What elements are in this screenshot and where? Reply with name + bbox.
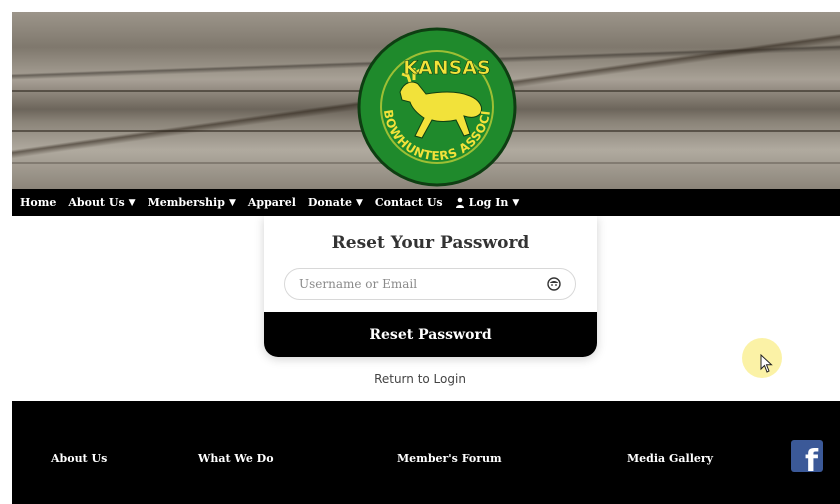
user-icon xyxy=(455,197,464,208)
username-email-field-wrapper[interactable] xyxy=(284,268,576,300)
facebook-icon[interactable]: f xyxy=(791,440,823,472)
chevron-down-icon: ▼ xyxy=(355,197,363,208)
nav-donate-label: Donate xyxy=(307,196,352,209)
reset-password-card: Reset Your Password Reset Password xyxy=(264,216,597,357)
chevron-down-icon: ▼ xyxy=(512,197,520,208)
nav-contact-us[interactable]: Contact Us xyxy=(375,196,443,209)
nav-home[interactable]: Home xyxy=(20,196,56,209)
footer-members-forum[interactable]: Member's Forum xyxy=(397,452,502,465)
header-banner: KANSAS BOWHUNTERS ASSOCIATION xyxy=(12,12,840,189)
autofill-face-icon[interactable] xyxy=(547,277,561,291)
facebook-glyph: f xyxy=(804,444,818,473)
site-footer: About Us What We Do Member's Forum Media… xyxy=(12,401,840,504)
nav-contact-us-label: Contact Us xyxy=(374,196,443,209)
footer-media-gallery[interactable]: Media Gallery xyxy=(627,452,713,465)
kansas-bowhunters-logo[interactable]: KANSAS BOWHUNTERS ASSOCIATION xyxy=(347,12,522,189)
main-nav: Home About Us ▼ Membership ▼ Apparel Don… xyxy=(12,189,840,216)
nav-home-label: Home xyxy=(20,196,57,209)
nav-membership[interactable]: Membership ▼ xyxy=(148,196,236,209)
nav-apparel-label: Apparel xyxy=(247,196,296,209)
mouse-pointer-icon xyxy=(760,354,773,373)
nav-about-us-label: About Us xyxy=(68,196,125,209)
footer-what-we-do[interactable]: What We Do xyxy=(198,452,274,465)
logo-kansas-text: KANSAS xyxy=(403,57,490,79)
return-to-login-link[interactable]: Return to Login xyxy=(0,372,840,386)
nav-membership-label: Membership xyxy=(147,196,225,209)
chevron-down-icon: ▼ xyxy=(228,197,236,208)
nav-log-in-label: Log In xyxy=(468,196,509,209)
nav-donate[interactable]: Donate ▼ xyxy=(308,196,363,209)
nav-about-us[interactable]: About Us ▼ xyxy=(68,196,135,209)
reset-password-title: Reset Your Password xyxy=(331,233,530,253)
reset-password-button[interactable]: Reset Password xyxy=(264,312,597,357)
chevron-down-icon: ▼ xyxy=(128,197,136,208)
footer-about-us[interactable]: About Us xyxy=(51,452,107,465)
username-email-input[interactable] xyxy=(297,276,541,292)
nav-log-in[interactable]: Log In ▼ xyxy=(455,196,520,209)
nav-apparel[interactable]: Apparel xyxy=(248,196,296,209)
